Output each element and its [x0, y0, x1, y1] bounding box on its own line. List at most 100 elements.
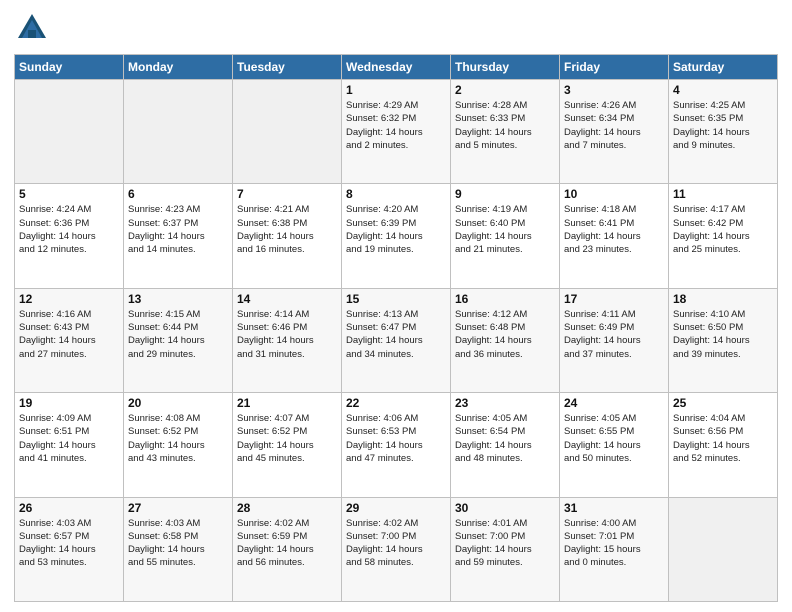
day-cell: 21 Sunrise: 4:07 AM Sunset: 6:52 PM Dayli… [233, 393, 342, 497]
cell-info: Sunrise: 4:02 AM Sunset: 7:00 PM Dayligh… [346, 517, 446, 570]
day-cell: 7 Sunrise: 4:21 AM Sunset: 6:38 PM Daylig… [233, 184, 342, 288]
day-number: 10 [564, 187, 664, 201]
cell-info: Sunrise: 4:06 AM Sunset: 6:53 PM Dayligh… [346, 412, 446, 465]
day-cell: 30 Sunrise: 4:01 AM Sunset: 7:00 PM Dayli… [451, 497, 560, 601]
day-cell: 20Sunrise: 4:08 AM Sunset: 6:52 PM Dayli… [124, 393, 233, 497]
day-cell: 1 Sunrise: 4:29 AM Sunset: 6:32 PM Daylig… [342, 80, 451, 184]
cell-info: Sunrise: 4:26 AM Sunset: 6:34 PM Dayligh… [564, 99, 664, 152]
cell-info: Sunrise: 4:16 AM Sunset: 6:43 PM Dayligh… [19, 308, 119, 361]
day-cell: 11 Sunrise: 4:17 AM Sunset: 6:42 PM Dayli… [669, 184, 778, 288]
header [14, 10, 778, 46]
day-number: 21 [237, 396, 337, 410]
day-cell: 28 Sunrise: 4:02 AM Sunset: 6:59 PM Dayli… [233, 497, 342, 601]
cell-info: Sunrise: 4:07 AM Sunset: 6:52 PM Dayligh… [237, 412, 337, 465]
day-number: 17 [564, 292, 664, 306]
day-cell: 2Sunrise: 4:28 AM Sunset: 6:33 PM Daylig… [451, 80, 560, 184]
logo [14, 10, 54, 46]
day-cell: 14 Sunrise: 4:14 AM Sunset: 6:46 PM Dayli… [233, 288, 342, 392]
cell-info: Sunrise: 4:29 AM Sunset: 6:32 PM Dayligh… [346, 99, 446, 152]
day-number: 18 [673, 292, 773, 306]
day-cell: 26 Sunrise: 4:03 AM Sunset: 6:57 PM Dayli… [15, 497, 124, 601]
day-cell: 8 Sunrise: 4:20 AM Sunset: 6:39 PM Daylig… [342, 184, 451, 288]
week-row-5: 26 Sunrise: 4:03 AM Sunset: 6:57 PM Dayli… [15, 497, 778, 601]
day-number: 23 [455, 396, 555, 410]
day-cell: 19 Sunrise: 4:09 AM Sunset: 6:51 PM Dayli… [15, 393, 124, 497]
cell-info: Sunrise: 4:10 AM Sunset: 6:50 PM Dayligh… [673, 308, 773, 361]
page: SundayMondayTuesdayWednesdayThursdayFrid… [0, 0, 792, 612]
day-number: 31 [564, 501, 664, 515]
cell-info: Sunrise: 4:25 AM Sunset: 6:35 PM Dayligh… [673, 99, 773, 152]
day-number: 11 [673, 187, 773, 201]
cell-info: Sunrise: 4:02 AM Sunset: 6:59 PM Dayligh… [237, 517, 337, 570]
day-cell: 3 Sunrise: 4:26 AM Sunset: 6:34 PM Daylig… [560, 80, 669, 184]
day-number: 19 [19, 396, 119, 410]
week-row-4: 19 Sunrise: 4:09 AM Sunset: 6:51 PM Dayli… [15, 393, 778, 497]
day-cell: 15 Sunrise: 4:13 AM Sunset: 6:47 PM Dayli… [342, 288, 451, 392]
cell-info: Sunrise: 4:19 AM Sunset: 6:40 PM Dayligh… [455, 203, 555, 256]
day-number: 6 [128, 187, 228, 201]
day-number: 30 [455, 501, 555, 515]
cell-info: Sunrise: 4:05 AM Sunset: 6:54 PM Dayligh… [455, 412, 555, 465]
header-cell-friday: Friday [560, 55, 669, 80]
cell-info: Sunrise: 4:15 AM Sunset: 6:44 PM Dayligh… [128, 308, 228, 361]
cell-info: Sunrise: 4:17 AM Sunset: 6:42 PM Dayligh… [673, 203, 773, 256]
cell-info: Sunrise: 4:00 AM Sunset: 7:01 PM Dayligh… [564, 517, 664, 570]
day-cell: 17 Sunrise: 4:11 AM Sunset: 6:49 PM Dayli… [560, 288, 669, 392]
day-cell [233, 80, 342, 184]
cell-info: Sunrise: 4:03 AM Sunset: 6:57 PM Dayligh… [19, 517, 119, 570]
day-number: 5 [19, 187, 119, 201]
day-number: 28 [237, 501, 337, 515]
cell-info: Sunrise: 4:21 AM Sunset: 6:38 PM Dayligh… [237, 203, 337, 256]
header-cell-monday: Monday [124, 55, 233, 80]
day-number: 14 [237, 292, 337, 306]
day-cell: 4 Sunrise: 4:25 AM Sunset: 6:35 PM Daylig… [669, 80, 778, 184]
cell-info: Sunrise: 4:09 AM Sunset: 6:51 PM Dayligh… [19, 412, 119, 465]
cell-info: Sunrise: 4:18 AM Sunset: 6:41 PM Dayligh… [564, 203, 664, 256]
week-row-1: 1 Sunrise: 4:29 AM Sunset: 6:32 PM Daylig… [15, 80, 778, 184]
cell-info: Sunrise: 4:08 AM Sunset: 6:52 PM Dayligh… [128, 412, 228, 465]
day-cell [15, 80, 124, 184]
day-number: 27 [128, 501, 228, 515]
day-cell [669, 497, 778, 601]
cell-info: Sunrise: 4:24 AM Sunset: 6:36 PM Dayligh… [19, 203, 119, 256]
cell-info: Sunrise: 4:03 AM Sunset: 6:58 PM Dayligh… [128, 517, 228, 570]
header-cell-sunday: Sunday [15, 55, 124, 80]
day-number: 13 [128, 292, 228, 306]
day-cell: 25 Sunrise: 4:04 AM Sunset: 6:56 PM Dayli… [669, 393, 778, 497]
week-row-2: 5 Sunrise: 4:24 AM Sunset: 6:36 PM Daylig… [15, 184, 778, 288]
week-row-3: 12Sunrise: 4:16 AM Sunset: 6:43 PM Dayli… [15, 288, 778, 392]
day-cell: 23 Sunrise: 4:05 AM Sunset: 6:54 PM Dayli… [451, 393, 560, 497]
header-cell-tuesday: Tuesday [233, 55, 342, 80]
day-number: 29 [346, 501, 446, 515]
cell-info: Sunrise: 4:14 AM Sunset: 6:46 PM Dayligh… [237, 308, 337, 361]
day-cell: 16Sunrise: 4:12 AM Sunset: 6:48 PM Dayli… [451, 288, 560, 392]
day-number: 24 [564, 396, 664, 410]
day-cell: 9 Sunrise: 4:19 AM Sunset: 6:40 PM Daylig… [451, 184, 560, 288]
header-cell-thursday: Thursday [451, 55, 560, 80]
day-number: 26 [19, 501, 119, 515]
day-cell: 12Sunrise: 4:16 AM Sunset: 6:43 PM Dayli… [15, 288, 124, 392]
header-cell-saturday: Saturday [669, 55, 778, 80]
day-number: 25 [673, 396, 773, 410]
cell-info: Sunrise: 4:28 AM Sunset: 6:33 PM Dayligh… [455, 99, 555, 152]
day-number: 1 [346, 83, 446, 97]
day-cell: 6Sunrise: 4:23 AM Sunset: 6:37 PM Daylig… [124, 184, 233, 288]
day-number: 9 [455, 187, 555, 201]
day-cell: 13 Sunrise: 4:15 AM Sunset: 6:44 PM Dayli… [124, 288, 233, 392]
cell-info: Sunrise: 4:11 AM Sunset: 6:49 PM Dayligh… [564, 308, 664, 361]
day-cell: 18 Sunrise: 4:10 AM Sunset: 6:50 PM Dayli… [669, 288, 778, 392]
day-number: 8 [346, 187, 446, 201]
logo-icon [14, 10, 50, 46]
cell-info: Sunrise: 4:04 AM Sunset: 6:56 PM Dayligh… [673, 412, 773, 465]
cell-info: Sunrise: 4:01 AM Sunset: 7:00 PM Dayligh… [455, 517, 555, 570]
cell-info: Sunrise: 4:12 AM Sunset: 6:48 PM Dayligh… [455, 308, 555, 361]
day-number: 7 [237, 187, 337, 201]
day-cell: 5 Sunrise: 4:24 AM Sunset: 6:36 PM Daylig… [15, 184, 124, 288]
cell-info: Sunrise: 4:13 AM Sunset: 6:47 PM Dayligh… [346, 308, 446, 361]
header-row: SundayMondayTuesdayWednesdayThursdayFrid… [15, 55, 778, 80]
day-number: 4 [673, 83, 773, 97]
day-number: 22 [346, 396, 446, 410]
day-number: 15 [346, 292, 446, 306]
day-number: 3 [564, 83, 664, 97]
cell-info: Sunrise: 4:20 AM Sunset: 6:39 PM Dayligh… [346, 203, 446, 256]
